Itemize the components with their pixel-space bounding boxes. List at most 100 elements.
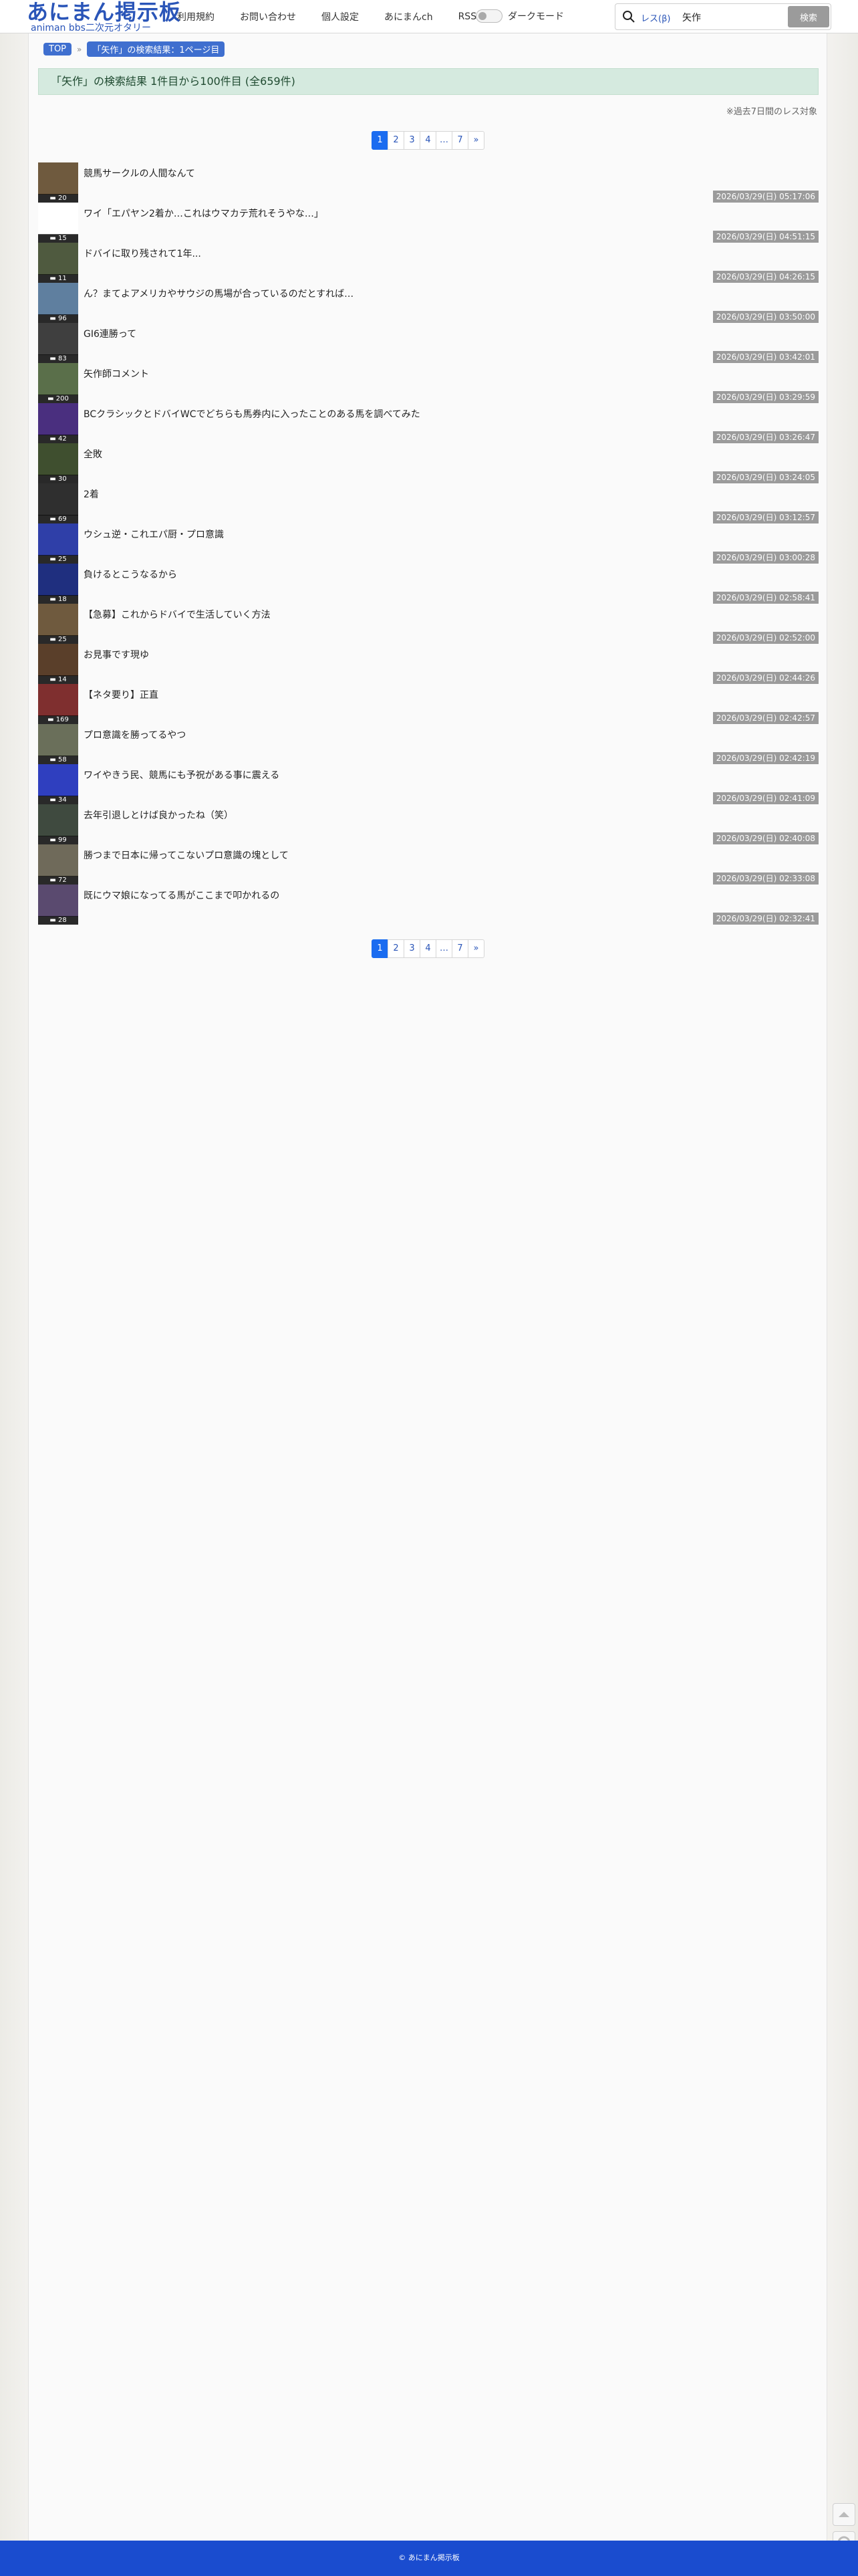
- comment-icon: ▬: [49, 515, 58, 523]
- thread-row[interactable]: ▬ 25 【急募】これからドバイで生活していく方法 2026/03/29(日) 02…: [38, 604, 819, 644]
- breadcrumb-current[interactable]: 「矢作」の検索結果：1ページ目: [87, 41, 225, 57]
- thread-row[interactable]: ▬ 169 【ネタ要り】正直 2026/03/29(日) 02:42:57: [38, 684, 819, 724]
- thread-title[interactable]: 矢作師コメント: [84, 367, 149, 380]
- reply-count: 99: [57, 836, 67, 844]
- thread-row[interactable]: ▬ 200 矢作師コメント 2026/03/29(日) 03:29:59: [38, 363, 819, 403]
- thread-thumbnail[interactable]: ▬ 83: [38, 323, 78, 363]
- thread-title[interactable]: ドバイに取り残されて1年...: [84, 247, 201, 260]
- reply-count: 72: [57, 876, 67, 884]
- thread-thumbnail[interactable]: ▬ 15: [38, 203, 78, 243]
- thread-date: 2026/03/29(日) 02:41:09: [712, 792, 819, 804]
- thread-title[interactable]: GI6連勝って: [84, 327, 136, 340]
- thread-title[interactable]: 【急募】これからドバイで生活していく方法: [84, 608, 271, 621]
- thread-title[interactable]: 去年引退しとけば良かったね（笑）: [84, 808, 233, 822]
- thread-title[interactable]: 2着: [84, 487, 99, 501]
- search-input[interactable]: [682, 8, 762, 27]
- thread-thumbnail[interactable]: ▬ 25: [38, 523, 78, 564]
- nav-animanch[interactable]: あにまんch: [384, 10, 433, 23]
- nav-contact[interactable]: お問い合わせ: [240, 10, 296, 23]
- page-ellipsis: …: [436, 939, 452, 958]
- thread-row[interactable]: ▬ 14 お見事です現ゆ 2026/03/29(日) 02:44:26: [38, 644, 819, 684]
- thread-thumbnail[interactable]: ▬ 96: [38, 283, 78, 323]
- thread-date: 2026/03/29(日) 02:52:00: [712, 632, 819, 644]
- thread-thumbnail[interactable]: ▬ 58: [38, 724, 78, 764]
- nav-terms[interactable]: 利用規約: [177, 10, 214, 23]
- thread-title[interactable]: お見事です現ゆ: [84, 648, 149, 661]
- thread-row[interactable]: ▬ 42 BCクラシックとドバイWCでどちらも馬券内に入ったことのある馬を調べてみ…: [38, 403, 819, 443]
- nav-rss[interactable]: RSS: [458, 11, 477, 22]
- main-nav: 利用規約 お問い合わせ 個人設定 あにまんch RSS: [177, 0, 502, 33]
- page-link-4[interactable]: 4: [420, 939, 436, 958]
- page-link-7[interactable]: 7: [452, 939, 468, 958]
- reply-count-badge: ▬ 34: [38, 796, 78, 804]
- thread-thumbnail[interactable]: ▬ 200: [38, 363, 78, 403]
- thread-thumbnail[interactable]: ▬ 28: [38, 885, 78, 925]
- thread-thumbnail[interactable]: ▬ 11: [38, 243, 78, 283]
- thread-date: 2026/03/29(日) 02:40:08: [712, 832, 819, 844]
- site-logo[interactable]: あにまん掲示板 animan bbs二次元オタリー: [27, 0, 180, 33]
- thread-title[interactable]: 【ネタ要り】正直: [84, 688, 158, 701]
- thread-title[interactable]: 勝つまで日本に帰ってこないプロ意識の塊として: [84, 848, 289, 862]
- page-next-button[interactable]: »: [468, 939, 484, 958]
- page-link-3[interactable]: 3: [404, 939, 420, 958]
- thread-row[interactable]: ▬ 72 勝つまで日本に帰ってこないプロ意識の塊として 2026/03/29(日) …: [38, 844, 819, 885]
- thread-title[interactable]: 競馬サークルの人間なんて: [84, 166, 195, 180]
- thread-row[interactable]: ▬ 34 ワイやきう民、競馬にも予祝がある事に震える 2026/03/29(日) 0…: [38, 764, 819, 804]
- thread-thumbnail[interactable]: ▬ 20: [38, 162, 78, 203]
- thread-row[interactable]: ▬ 83 GI6連勝って 2026/03/29(日) 03:42:01: [38, 323, 819, 363]
- page-link-2[interactable]: 2: [388, 939, 404, 958]
- dark-mode-toggle[interactable]: ダークモード: [476, 9, 564, 23]
- thread-thumbnail[interactable]: ▬ 99: [38, 804, 78, 844]
- thread-title[interactable]: 全敗: [84, 447, 102, 461]
- dark-mode-switch[interactable]: [476, 9, 503, 23]
- thread-title[interactable]: ウシュ逆・これエパ厨・プロ意識: [84, 528, 224, 541]
- thread-row[interactable]: ▬ 28 既にウマ娘になってる馬がここまで叩かれるの 2026/03/29(日) 0…: [38, 885, 819, 925]
- thread-thumbnail[interactable]: ▬ 18: [38, 564, 78, 604]
- reply-count-badge: ▬ 18: [38, 595, 78, 604]
- thumbnail-image: [38, 885, 78, 917]
- page-link-1[interactable]: 1: [372, 131, 388, 150]
- thread-title[interactable]: ワイやきう民、競馬にも予祝がある事に震える: [84, 768, 279, 782]
- thread-title[interactable]: プロ意識を勝ってるやつ: [84, 728, 186, 741]
- thread-thumbnail[interactable]: ▬ 42: [38, 403, 78, 443]
- search-scope-select[interactable]: レス(β): [641, 11, 670, 24]
- comment-icon: ▬: [49, 876, 58, 884]
- thread-row[interactable]: ▬ 58 プロ意識を勝ってるやつ 2026/03/29(日) 02:42:19: [38, 724, 819, 764]
- thread-title[interactable]: 負けるとこうなるから: [84, 568, 177, 581]
- page-link-7[interactable]: 7: [452, 131, 468, 150]
- breadcrumb-top[interactable]: TOP: [43, 43, 72, 55]
- thread-thumbnail[interactable]: ▬ 14: [38, 644, 78, 684]
- page-link-4[interactable]: 4: [420, 131, 436, 150]
- thread-row[interactable]: ▬ 20 競馬サークルの人間なんて 2026/03/29(日) 05:17:06: [38, 162, 819, 203]
- thread-thumbnail[interactable]: ▬ 25: [38, 604, 78, 644]
- thread-row[interactable]: ▬ 25 ウシュ逆・これエパ厨・プロ意識 2026/03/29(日) 03:00:2…: [38, 523, 819, 564]
- thread-thumbnail[interactable]: ▬ 72: [38, 844, 78, 885]
- search-button[interactable]: 検索: [788, 6, 829, 27]
- thread-title[interactable]: BCクラシックとドバイWCでどちらも馬券内に入ったことのある馬を調べてみた: [84, 407, 420, 421]
- comment-icon: ▬: [49, 475, 58, 483]
- thread-title[interactable]: ん？まてよアメリカやサウジの馬場が合っているのだとすれば…: [84, 287, 353, 300]
- reply-count-badge: ▬ 42: [38, 435, 78, 443]
- thread-thumbnail[interactable]: ▬ 169: [38, 684, 78, 724]
- thread-date: 2026/03/29(日) 05:17:06: [712, 191, 819, 203]
- page-link-3[interactable]: 3: [404, 131, 420, 150]
- scroll-to-top-button[interactable]: [833, 2503, 855, 2526]
- thread-title[interactable]: ワイ「エパヤン2着か…これはウマカテ荒れそうやな…」: [84, 207, 323, 220]
- nav-personal-settings[interactable]: 個人設定: [321, 10, 359, 23]
- thread-row[interactable]: ▬ 99 去年引退しとけば良かったね（笑） 2026/03/29(日) 02:40:…: [38, 804, 819, 844]
- page-link-2[interactable]: 2: [388, 131, 404, 150]
- thread-row[interactable]: ▬ 30 全敗 2026/03/29(日) 03:24:05: [38, 443, 819, 483]
- thread-row[interactable]: ▬ 15 ワイ「エパヤン2着か…これはウマカテ荒れそうやな…」 2026/03/29…: [38, 203, 819, 243]
- thread-row[interactable]: ▬ 11 ドバイに取り残されて1年... 2026/03/29(日) 04:26:1…: [38, 243, 819, 283]
- thread-thumbnail[interactable]: ▬ 30: [38, 443, 78, 483]
- thread-row[interactable]: ▬ 96 ん？まてよアメリカやサウジの馬場が合っているのだとすれば… 2026/03…: [38, 283, 819, 323]
- page-link-1[interactable]: 1: [372, 939, 388, 958]
- thread-row[interactable]: ▬ 69 2着 2026/03/29(日) 03:12:57: [38, 483, 819, 523]
- reply-count-badge: ▬ 83: [38, 354, 78, 363]
- thread-thumbnail[interactable]: ▬ 69: [38, 483, 78, 523]
- thumbnail-image: [38, 604, 78, 636]
- page-next-button[interactable]: »: [468, 131, 484, 150]
- thread-title[interactable]: 既にウマ娘になってる馬がここまで叩かれるの: [84, 889, 279, 902]
- thread-row[interactable]: ▬ 18 負けるとこうなるから 2026/03/29(日) 02:58:41: [38, 564, 819, 604]
- thread-thumbnail[interactable]: ▬ 34: [38, 764, 78, 804]
